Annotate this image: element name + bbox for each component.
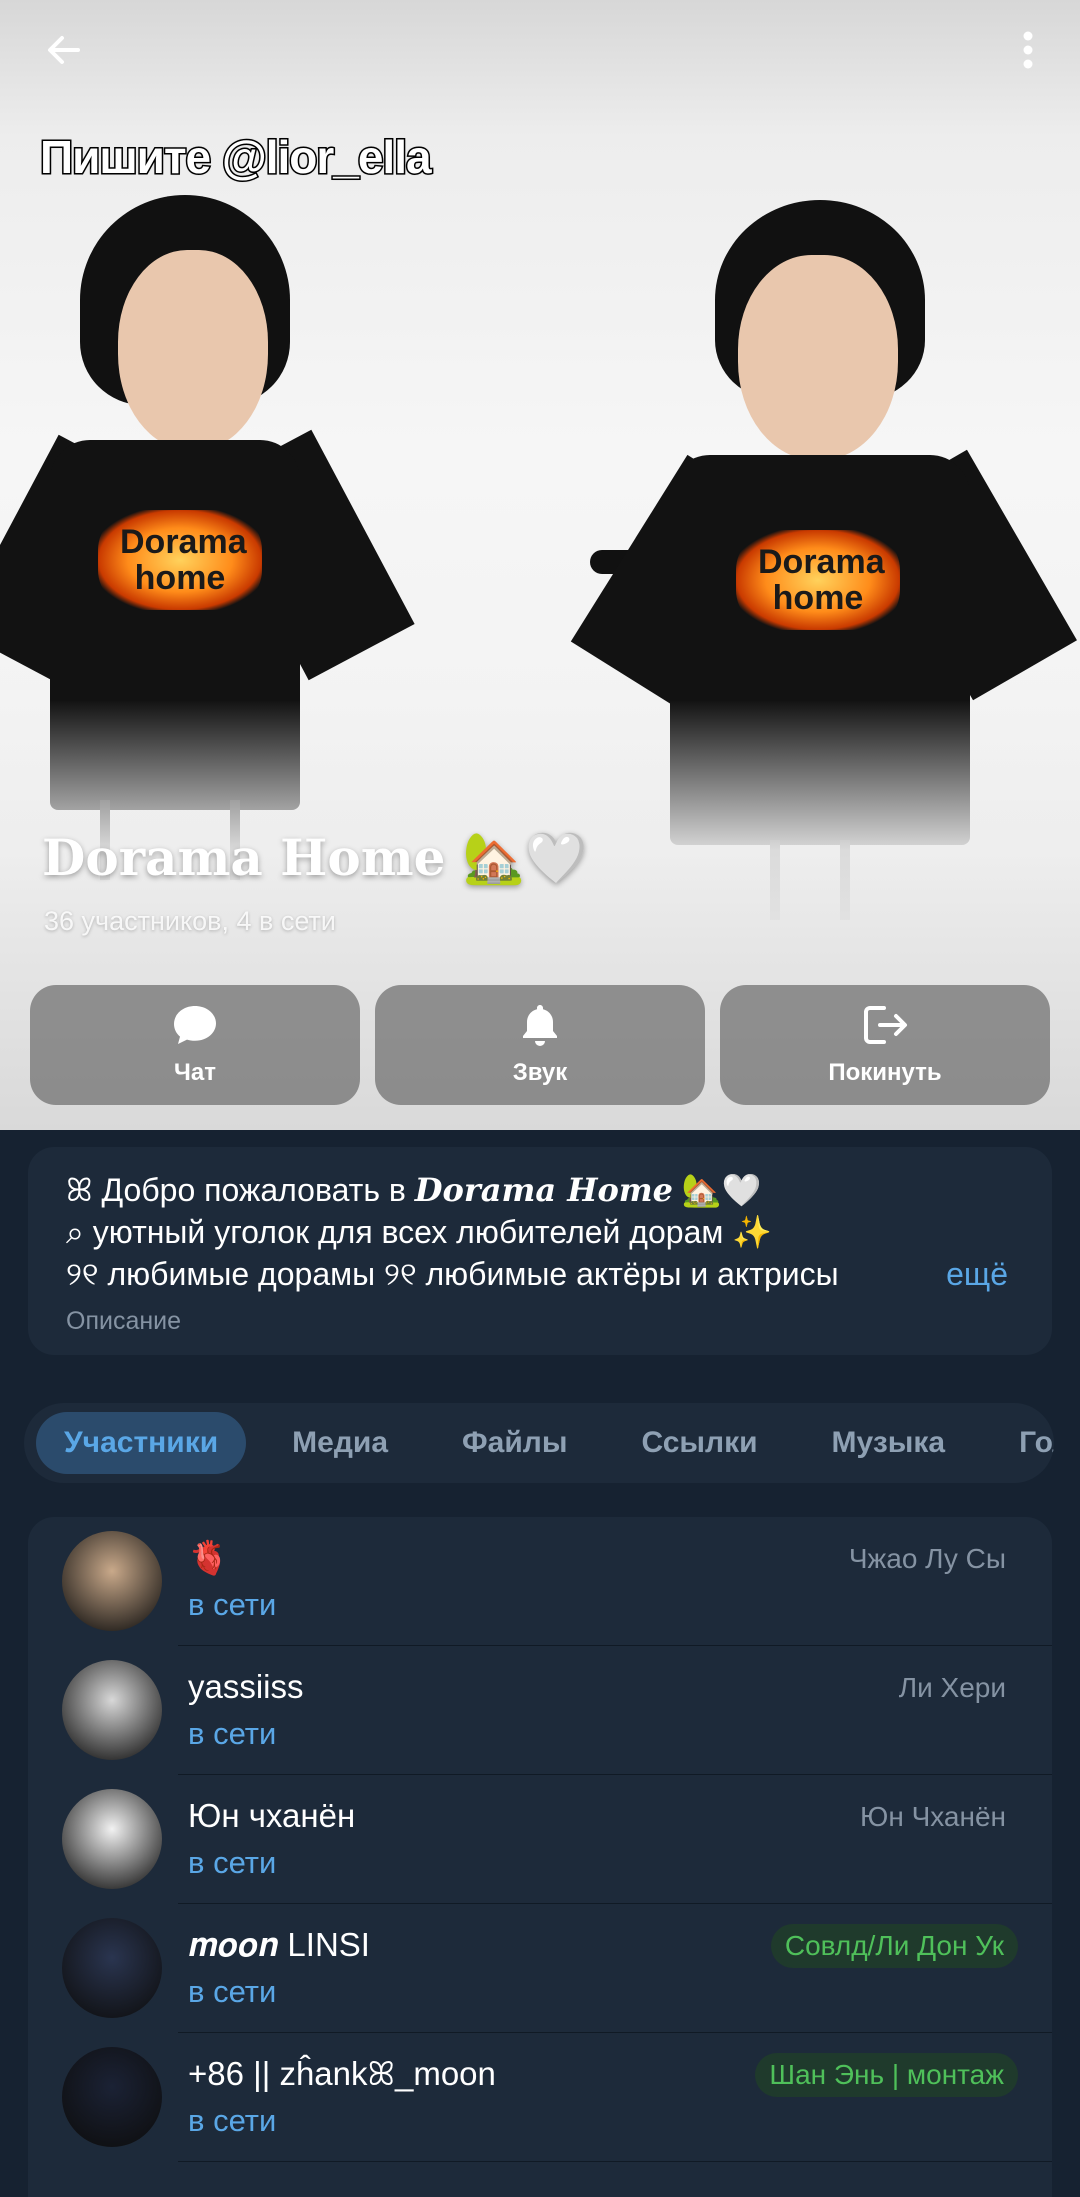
chat-bubble-icon — [172, 1003, 218, 1047]
member-status: в сети — [188, 1974, 277, 2009]
sound-button-label: Звук — [512, 1059, 568, 1086]
caption-sticker: Пишите @lior_ella — [39, 130, 434, 185]
back-button[interactable] — [32, 18, 96, 82]
member-role: Юн Чханён — [860, 1801, 1006, 1832]
leave-button-label: Покинуть — [828, 1059, 942, 1086]
tab-links[interactable]: Ссылки — [613, 1412, 785, 1474]
member-name: yassiiss — [188, 1668, 304, 1705]
sound-button[interactable]: Звук — [375, 985, 705, 1105]
shirt-logo: Dorama home — [98, 510, 262, 610]
more-options-button[interactable] — [996, 18, 1060, 82]
tab-voice[interactable]: Голосовые — [991, 1412, 1054, 1474]
member-name: +86 || zĥankꕤ_moon — [188, 2055, 496, 2092]
member-status: в сети — [188, 1845, 277, 1880]
media-tabs: Участники Медиа Файлы Ссылки Музыка Голо… — [24, 1403, 1054, 1483]
members-list: 🫀 в сети Чжао Лу Сы yassiiss в сети Ли Хери Юн… — [28, 1517, 1052, 2197]
group-title: Dorama Home 🏡🤍 — [42, 828, 588, 887]
action-bar: Чат Звук Покинуть — [30, 985, 1050, 1105]
chat-button[interactable]: Чат — [30, 985, 360, 1105]
chat-button-label: Чат — [174, 1059, 216, 1086]
member-status: в сети — [188, 1716, 277, 1751]
avatar[interactable] — [62, 2047, 162, 2147]
member-name: Юн чханён — [188, 1797, 356, 1834]
tab-files[interactable]: Файлы — [434, 1412, 595, 1474]
description-more-link[interactable]: ещё — [896, 1253, 1008, 1295]
shirt-logo: Dorama home — [736, 530, 900, 630]
member-status: в сети — [188, 1587, 277, 1622]
tab-media[interactable]: Медиа — [264, 1412, 416, 1474]
description-card[interactable]: ꕤ Добро пожаловать в Dorama Home 🏡🤍 ⌕ ую… — [28, 1147, 1052, 1355]
group-cover: Dorama home Dorama home Пишите @lior_ell… — [0, 0, 1080, 1130]
member-status: в сети — [188, 2103, 277, 2138]
member-name: 𝒎𝒐𝒐𝒏 LINSI — [188, 1926, 370, 1963]
member-name: 🫀 — [188, 1539, 230, 1576]
avatar[interactable] — [62, 1660, 162, 1760]
member-role: Ли Хери — [898, 1672, 1006, 1703]
member-role: Шан Энь | монтаж — [755, 2053, 1018, 2097]
vertical-dots-icon — [1023, 31, 1033, 69]
member-row[interactable]: 🫀 в сети Чжао Лу Сы — [28, 1517, 1052, 1646]
description-line-3: ୨୧ любимые дорамы ୨୧ любимые актёры и ак… — [66, 1256, 839, 1292]
member-row[interactable]: Юн чханён в сети Юн Чханён — [28, 1775, 1052, 1904]
bell-icon — [520, 1003, 560, 1047]
description-line-2: ⌕ уютный уголок для всех любителей дорам… — [66, 1214, 773, 1250]
member-role: Чжао Лу Сы — [848, 1543, 1006, 1574]
description-label: Описание — [66, 1307, 182, 1335]
arrow-left-icon — [48, 36, 80, 64]
avatar[interactable] — [62, 1789, 162, 1889]
tab-members[interactable]: Участники — [36, 1412, 247, 1474]
leave-button[interactable]: Покинуть — [720, 985, 1050, 1105]
avatar[interactable] — [62, 1531, 162, 1631]
avatar[interactable] — [62, 1918, 162, 2018]
member-role: Совлд/Ли Дон Ук — [770, 1924, 1018, 1968]
group-member-count: 36 участников, 4 в сети — [44, 906, 336, 936]
member-row[interactable]: 𝒎𝒐𝒐𝒏 LINSI в сети Совлд/Ли Дон Ук — [28, 1904, 1052, 2033]
member-row[interactable]: yassiiss в сети Ли Хери — [28, 1646, 1052, 1775]
member-row[interactable]: +86 || zĥankꕤ_moon в сети Шан Энь | монтаж — [28, 2033, 1052, 2162]
row-divider — [178, 2161, 1052, 2162]
description-line-1: ꕤ Добро пожаловать в Dorama Home 🏡🤍 — [66, 1171, 762, 1209]
tab-music[interactable]: Музыка — [804, 1412, 974, 1474]
leave-icon — [862, 1003, 908, 1047]
